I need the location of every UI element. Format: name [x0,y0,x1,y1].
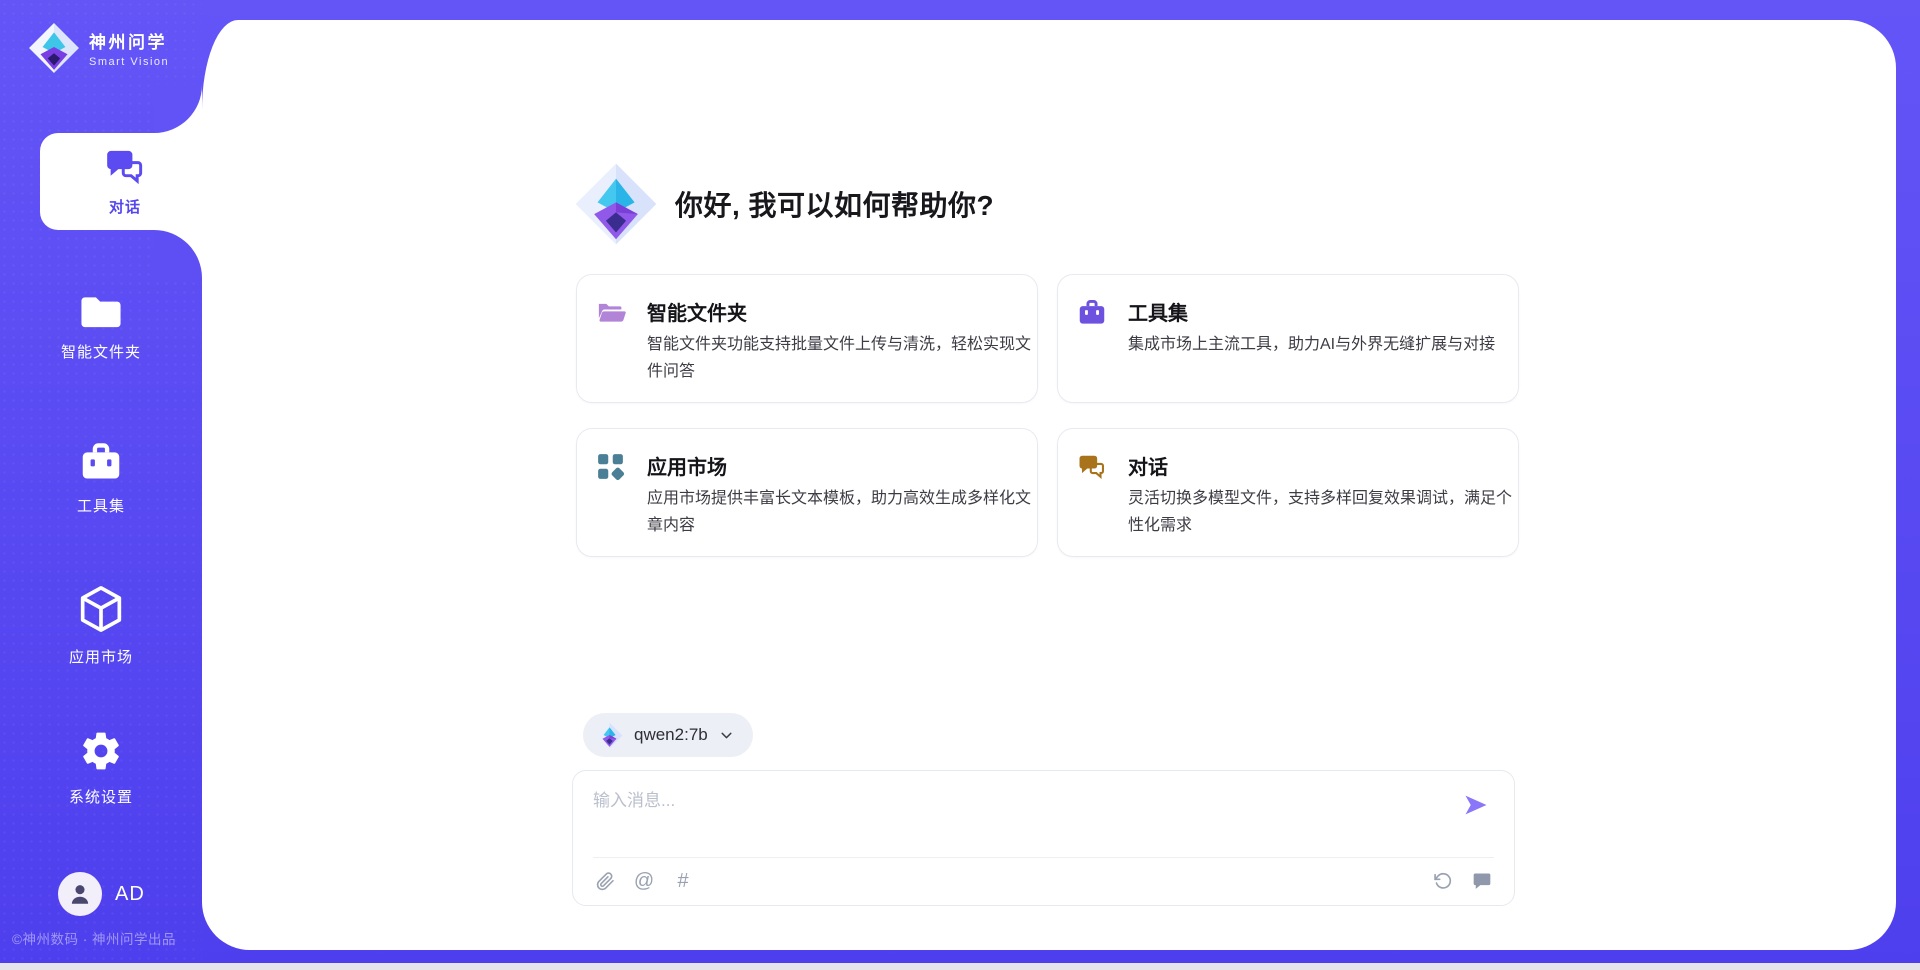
new-chat-button[interactable] [1470,869,1494,893]
model-logo-icon [596,722,623,749]
card-description: 集成市场上主流工具，助力AI与外界无缝扩展与对接 [1128,331,1516,358]
card-app-market[interactable]: 应用市场 应用市场提供丰富长文本模板，助力高效生成多样化文章内容 [576,428,1038,557]
sidebar-item-label: 智能文件夹 [0,341,202,362]
sidebar-item-label: 对话 [40,196,210,217]
briefcase-icon [1078,299,1106,326]
user-chip[interactable]: AD [58,872,145,916]
avatar [58,872,102,916]
attach-file-button[interactable] [593,869,617,893]
message-composer: @ # [572,770,1515,906]
card-description: 智能文件夹功能支持批量文件上传与清洗，轻松实现文件问答 [647,331,1035,385]
briefcase-icon [80,442,122,482]
history-button[interactable] [1431,869,1455,893]
assistant-logo-icon [574,162,658,246]
hash-icon: # [677,869,688,893]
sidebar-item-app-market[interactable]: 应用市场 [0,585,202,667]
model-selector[interactable]: qwen2:7b [583,713,753,757]
card-title: 工具集 [1128,297,1188,326]
main-content: 你好, 我可以如何帮助你? 智能文件夹 智能文件夹功能支持批量文件上传与清洗，轻… [572,0,1518,970]
chat-bubbles-icon [102,147,148,187]
card-smart-folder[interactable]: 智能文件夹 智能文件夹功能支持批量文件上传与清洗，轻松实现文件问答 [576,274,1038,403]
sidebar-item-label: 应用市场 [0,646,202,667]
grid-blocks-icon [597,453,624,480]
brand-logo-icon [28,22,80,74]
copyright-text: ©神州数码 · 神州问学出品 [12,928,176,948]
composer-divider [593,857,1494,858]
card-title: 应用市场 [647,451,727,480]
app-title: 神州问学 [89,28,169,53]
mention-button[interactable]: @ [632,869,656,893]
sidebar-item-label: 工具集 [0,495,202,516]
app-root: 对话 神州问学 Smart Vision 智能文件夹 工具集 [0,0,1920,970]
model-name: qwen2:7b [634,725,708,745]
hashtag-button[interactable]: # [671,869,695,893]
cube-icon [79,585,123,633]
card-chat[interactable]: 对话 灵活切换多模型文件，支持多样回复效果调试，满足个性化需求 [1057,428,1519,557]
person-icon [67,881,93,907]
comment-icon [1472,871,1492,891]
card-title: 对话 [1128,451,1168,480]
app-subtitle: Smart Vision [89,56,169,68]
sidebar-item-toolset[interactable]: 工具集 [0,442,202,516]
gear-icon [79,729,123,773]
history-icon [1433,871,1453,891]
sidebar-item-label: 系统设置 [0,786,202,807]
sidebar-item-chat-active[interactable]: 对话 [40,133,210,230]
chat-bubbles-icon [1078,453,1106,481]
sidebar-item-settings[interactable]: 系统设置 [0,729,202,807]
at-icon: @ [634,869,654,893]
card-title: 智能文件夹 [647,297,747,326]
card-description: 应用市场提供丰富长文本模板，助力高效生成多样化文章内容 [647,485,1035,539]
message-input[interactable] [593,786,1443,848]
folder-icon [80,294,122,328]
folder-open-icon [597,299,627,325]
card-description: 灵活切换多模型文件，支持多样回复效果调试，满足个性化需求 [1128,485,1516,539]
user-initials: AD [115,883,145,906]
card-toolset[interactable]: 工具集 集成市场上主流工具，助力AI与外界无缝扩展与对接 [1057,274,1519,403]
send-icon[interactable] [1462,791,1490,819]
brand: 神州问学 Smart Vision [28,22,169,74]
paperclip-icon [596,872,615,891]
chevron-down-icon [718,727,735,744]
sidebar-item-smart-folder[interactable]: 智能文件夹 [0,294,202,362]
greeting: 你好, 我可以如何帮助你? [574,162,994,246]
feature-cards: 智能文件夹 智能文件夹功能支持批量文件上传与清洗，轻松实现文件问答 工具集 集成… [576,274,1519,557]
greeting-text: 你好, 我可以如何帮助你? [675,184,994,224]
